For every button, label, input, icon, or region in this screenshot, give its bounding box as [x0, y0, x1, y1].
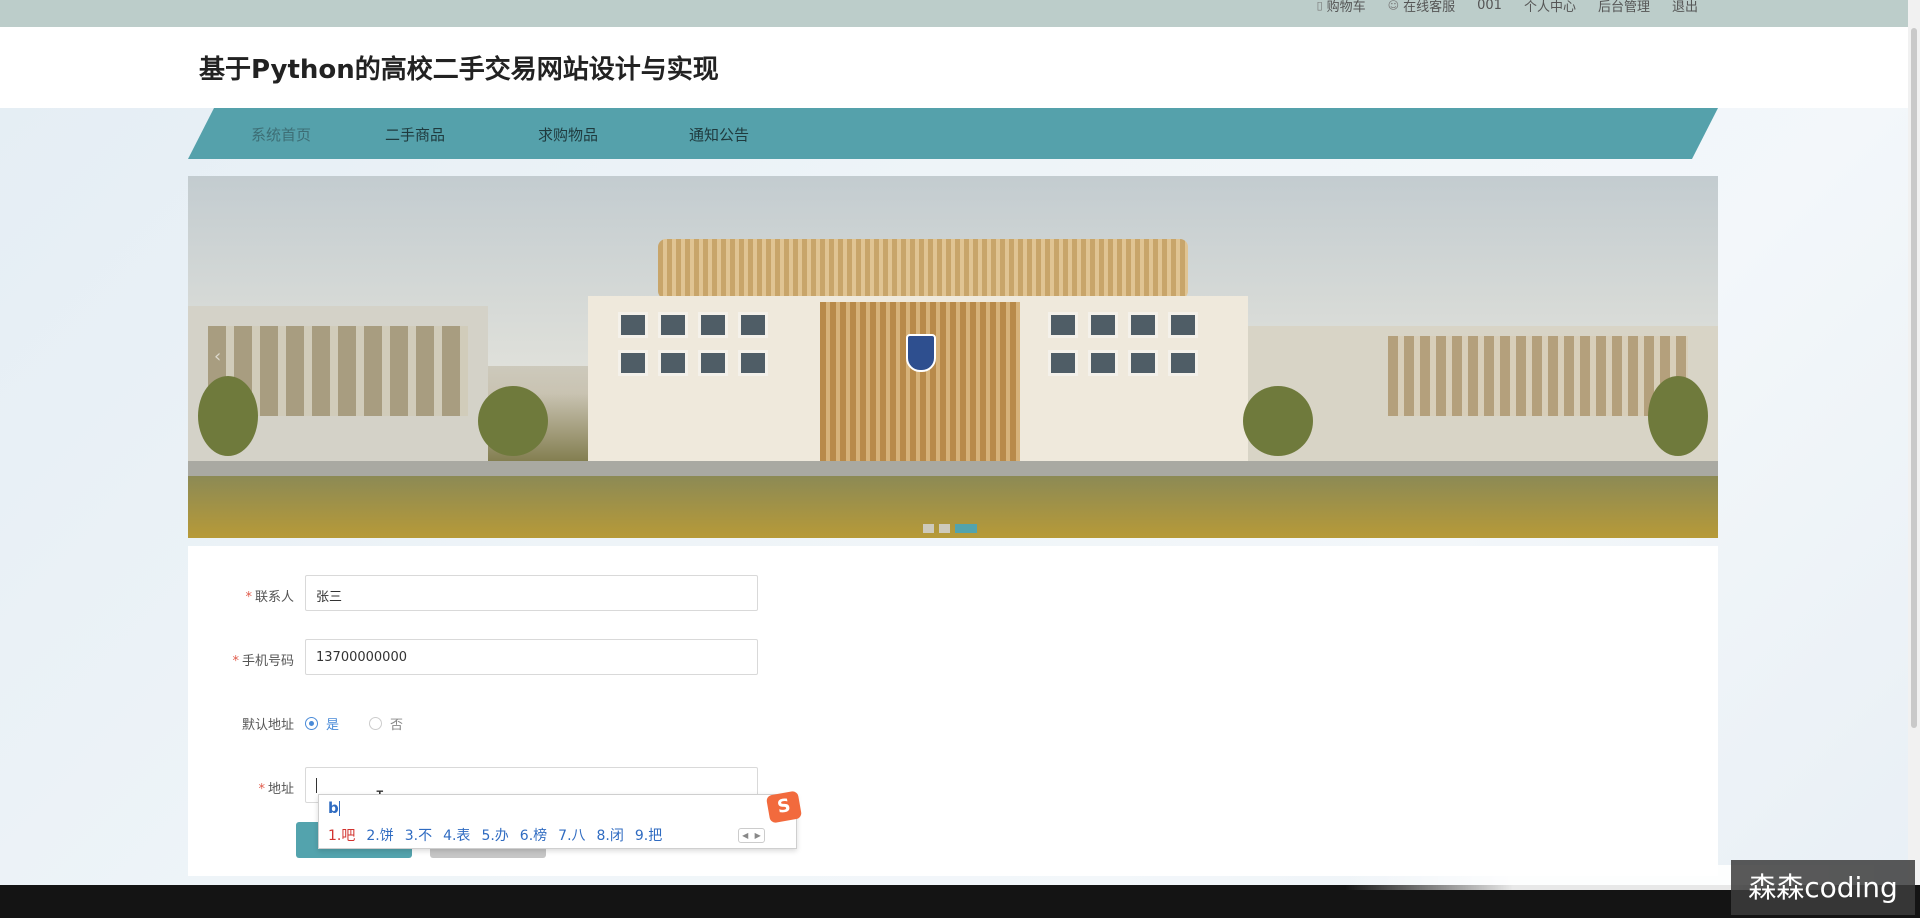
- ime-pager: ◀ ▶: [738, 828, 765, 843]
- radio-checked-icon: [305, 717, 318, 730]
- logout-link[interactable]: 退出: [1672, 0, 1698, 15]
- carousel-dot-active[interactable]: [955, 524, 977, 533]
- banner-tree: [1243, 386, 1313, 456]
- banner-tree: [1648, 376, 1708, 456]
- cart-icon: ▯: [1316, 0, 1323, 12]
- carousel-indicators: [923, 524, 977, 533]
- username-link[interactable]: 001: [1477, 0, 1502, 15]
- site-title: 基于Python的高校二手交易网站设计与实现: [199, 55, 719, 85]
- ime-composition: b: [328, 799, 340, 817]
- ime-candidate-window: b 1.吧 2.饼 3.不 4.表 5.办 6.榜 7.八 8.闭 9.把 ◀ …: [318, 790, 803, 849]
- banner-tree: [478, 386, 548, 456]
- radio-unchecked-icon: [369, 717, 383, 730]
- phone-input[interactable]: 13700000000: [305, 639, 758, 675]
- default-address-label: 默认地址: [241, 718, 294, 733]
- address-label: * 地址: [258, 782, 294, 797]
- default-address-radio-group: 是 否: [305, 714, 403, 733]
- top-links: ▯ 购物车 ☺ 在线客服 001 个人中心 后台管理 退出: [1317, 0, 1698, 15]
- ime-candidate-list: 1.吧 2.饼 3.不 4.表 5.办 6.榜 7.八 8.闭 9.把: [328, 825, 662, 845]
- radio-no[interactable]: 否: [369, 714, 403, 733]
- banner-windows-left: [618, 312, 768, 376]
- ime-candidate[interactable]: 4.表: [443, 825, 470, 845]
- ime-candidate[interactable]: 9.把: [635, 825, 662, 845]
- carousel-dot[interactable]: [939, 524, 950, 533]
- nav-item-notices[interactable]: 通知公告: [689, 124, 749, 145]
- chevron-left-icon[interactable]: ◀: [739, 829, 752, 842]
- required-mark: *: [245, 590, 252, 605]
- ime-candidate[interactable]: 5.办: [481, 825, 508, 845]
- contact-row: * 联系人 张三: [188, 575, 988, 613]
- banner-building-center: [820, 302, 1020, 476]
- ime-caret: [338, 801, 340, 816]
- phone-label: * 手机号码: [232, 654, 294, 669]
- banner-building-right: [1248, 326, 1718, 466]
- contact-label: * 联系人: [245, 590, 294, 605]
- ime-candidate[interactable]: 6.榜: [520, 825, 547, 845]
- nav-item-second-hand-goods[interactable]: 二手商品: [385, 124, 445, 145]
- phone-row: * 手机号码 13700000000: [188, 639, 988, 677]
- cart-link[interactable]: ▯ 购物车: [1317, 0, 1366, 15]
- admin-link[interactable]: 后台管理: [1598, 0, 1650, 15]
- ime-candidate[interactable]: 1.吧: [328, 825, 355, 845]
- scrollbar-thumb[interactable]: [1911, 28, 1917, 728]
- ime-candidate[interactable]: 7.八: [558, 825, 585, 845]
- banner-building-roof: [658, 239, 1188, 299]
- banner-carousel[interactable]: ‹: [188, 176, 1718, 538]
- contact-input[interactable]: 张三: [305, 575, 758, 611]
- main-nav: 系统首页 二手商品 求购物品 通知公告: [188, 108, 1718, 159]
- personal-center-link[interactable]: 个人中心: [1524, 0, 1576, 15]
- required-mark: *: [258, 782, 265, 797]
- ime-candidate[interactable]: 8.闭: [597, 825, 624, 845]
- nav-item-wanted-items[interactable]: 求购物品: [538, 124, 598, 145]
- site-header: 基于Python的高校二手交易网站设计与实现: [0, 27, 1908, 108]
- sogou-logo-icon: S: [765, 790, 803, 824]
- ime-candidate[interactable]: 2.饼: [366, 825, 393, 845]
- top-bar: ▯ 购物车 ☺ 在线客服 001 个人中心 后台管理 退出: [0, 0, 1908, 27]
- chevron-right-icon[interactable]: ▶: [752, 829, 765, 842]
- ime-candidate[interactable]: 3.不: [405, 825, 432, 845]
- user-service-icon: ☺: [1387, 0, 1400, 12]
- banner-school-emblem: [906, 334, 936, 372]
- default-address-row: 默认地址 是 否: [188, 703, 988, 741]
- watermark: 森森coding: [1731, 860, 1915, 915]
- carousel-dot[interactable]: [923, 524, 934, 533]
- online-service-link[interactable]: ☺ 在线客服: [1388, 0, 1455, 15]
- banner-tree: [198, 376, 258, 456]
- text-caret: [316, 778, 317, 793]
- required-mark: *: [232, 654, 239, 669]
- banner-windows-right: [1048, 312, 1198, 376]
- radio-yes[interactable]: 是: [305, 714, 339, 733]
- chevron-left-icon[interactable]: ‹: [214, 346, 221, 367]
- nav-item-home[interactable]: 系统首页: [251, 124, 311, 145]
